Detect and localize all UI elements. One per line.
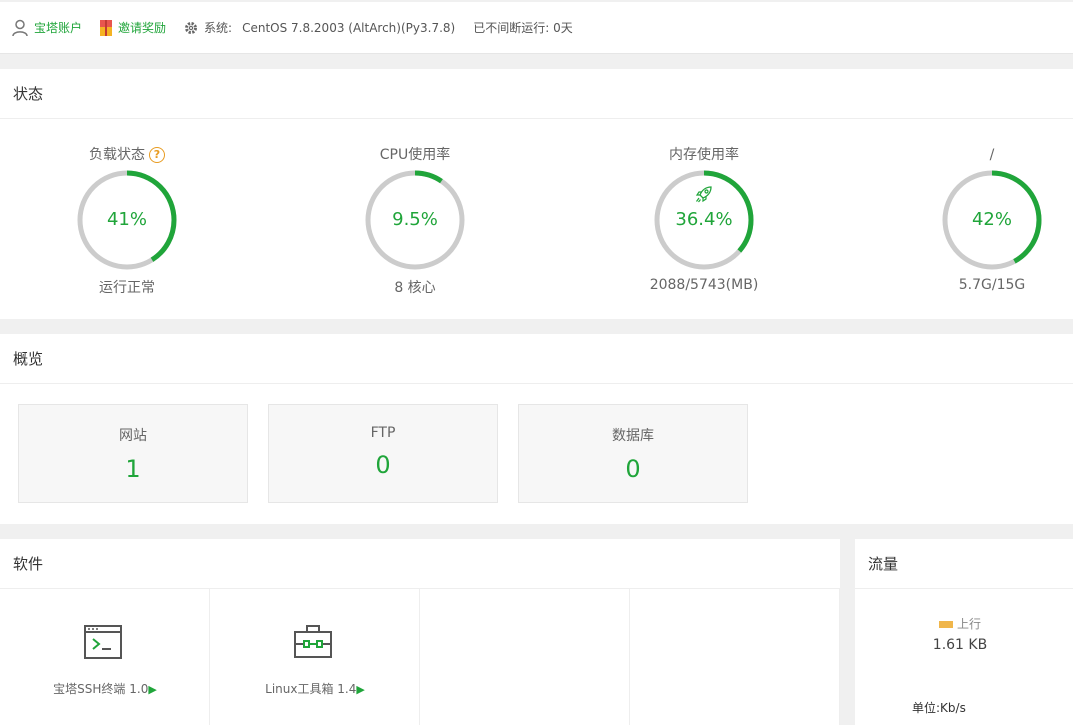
invite-label: 邀请奖励 xyxy=(118,21,167,35)
software-grid: 宝塔SSH终端 1.0▶ Linux工具箱 1.4▶ xyxy=(0,589,840,725)
traffic-unit: 单位:Kb/s xyxy=(912,701,966,715)
traffic-panel: 流量 上行 1.61 KB 单位:Kb/s xyxy=(855,539,1073,725)
load-label: 负载状态 xyxy=(89,147,145,163)
disk-gauge[interactable]: / 42% 5.7G/15G xyxy=(892,145,1073,293)
software-title: 软件 xyxy=(0,539,840,589)
database-count: 0 xyxy=(625,455,641,483)
play-icon[interactable]: ▶ xyxy=(148,683,156,696)
load-value: 41% xyxy=(106,209,147,230)
overview-panel: 概览 网站 1 FTP 0 数据库 0 xyxy=(0,334,1073,524)
toolbox-icon xyxy=(294,625,332,663)
site-label: 网站 xyxy=(119,428,147,444)
legend-swatch xyxy=(938,621,953,628)
ftp-count: 0 xyxy=(375,451,391,479)
user-icon xyxy=(12,19,28,37)
software-item-ssh[interactable]: 宝塔SSH终端 1.0▶ xyxy=(0,589,210,725)
memory-value: 36.4% xyxy=(675,209,733,230)
software-item-empty xyxy=(420,589,630,725)
memory-usage: 2088/5743(MB) xyxy=(649,277,759,293)
software-item-label: 宝塔SSH终端 1.0 xyxy=(53,682,149,696)
memory-gauge[interactable]: 内存使用率 36.4% 2088/5743(MB) xyxy=(604,145,804,293)
upload-value: 1.61 KB xyxy=(932,637,988,653)
software-panel: 软件 宝塔SSH终端 1.0▶ Linux工具箱 1.4▶ xyxy=(0,539,840,725)
gear-icon xyxy=(184,21,198,35)
ftp-label: FTP xyxy=(370,425,396,441)
uptime-label: 已不间断运行: 0天 xyxy=(473,21,573,35)
traffic-title: 流量 xyxy=(855,539,1073,589)
system-value: CentOS 7.8.2003 (AltArch)(Py3.7.8) xyxy=(242,20,456,35)
traffic-legend[interactable]: 上行 xyxy=(855,615,1065,632)
legend-label: 上行 xyxy=(956,617,981,631)
load-gauge[interactable]: 负载状态 ? 41% 运行正常 xyxy=(27,145,227,297)
ftp-card[interactable]: FTP 0 xyxy=(268,404,498,503)
terminal-icon xyxy=(84,625,122,663)
load-status: 运行正常 xyxy=(99,280,155,296)
software-item-label: Linux工具箱 1.4 xyxy=(265,682,357,696)
software-item-toolbox[interactable]: Linux工具箱 1.4▶ xyxy=(210,589,420,725)
disk-value: 42% xyxy=(971,209,1012,230)
help-icon[interactable]: ? xyxy=(149,147,165,163)
invite-link[interactable]: 邀请奖励 xyxy=(100,19,166,36)
account-label: 宝塔账户 xyxy=(34,21,83,35)
memory-label: 内存使用率 xyxy=(669,147,739,163)
status-title: 状态 xyxy=(0,69,1073,119)
cpu-label: CPU使用率 xyxy=(379,147,451,163)
cpu-value: 9.5% xyxy=(392,209,438,230)
overview-title: 概览 xyxy=(0,334,1073,384)
top-bar: 宝塔账户 邀请奖励 系统: CentOS 7.8.2003 (AltArch)(… xyxy=(0,2,1073,54)
database-label: 数据库 xyxy=(612,428,654,444)
cpu-gauge[interactable]: CPU使用率 9.5% 8 核心 xyxy=(315,145,515,297)
cpu-cores: 8 核心 xyxy=(394,280,436,296)
system-label: 系统: xyxy=(204,21,233,35)
site-count: 1 xyxy=(125,455,141,483)
database-card[interactable]: 数据库 0 xyxy=(518,404,748,503)
system-info: 系统: CentOS 7.8.2003 (AltArch)(Py3.7.8) xyxy=(184,19,455,36)
status-panel: 状态 负载状态 ? 41% 运行正常 CPU使用率 9.5% 8 核心 内存使用… xyxy=(0,69,1073,319)
disk-label: / xyxy=(989,147,995,163)
gift-icon xyxy=(100,19,113,36)
uptime: 已不间断运行: 0天 xyxy=(473,19,573,36)
software-item-empty xyxy=(630,589,840,725)
site-card[interactable]: 网站 1 xyxy=(18,404,248,503)
disk-usage: 5.7G/15G xyxy=(958,277,1026,293)
account-link[interactable]: 宝塔账户 xyxy=(12,19,82,37)
play-icon[interactable]: ▶ xyxy=(356,683,364,696)
